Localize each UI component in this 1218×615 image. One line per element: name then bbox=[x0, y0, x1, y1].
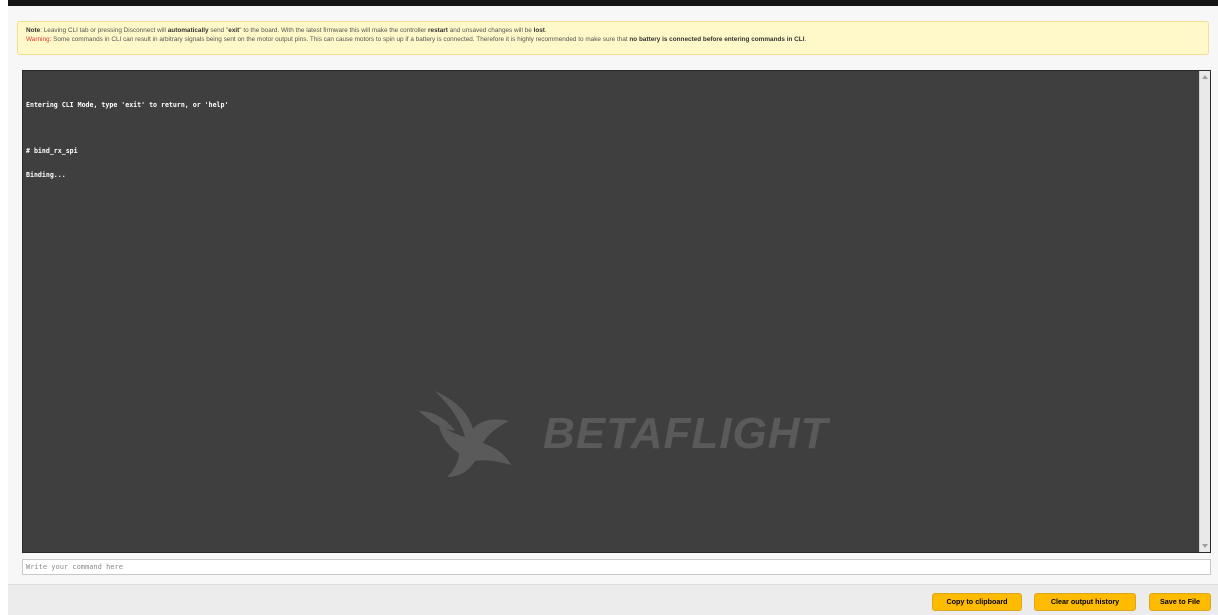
note-emphasis: automatically bbox=[167, 27, 209, 34]
console-output-text: Entering CLI Mode, type 'exit' to return… bbox=[26, 86, 228, 195]
clear-output-history-button[interactable]: Clear output history bbox=[1034, 593, 1136, 611]
betaflight-watermark: BETAFLIGHT bbox=[413, 381, 853, 481]
watermark-text: BETAFLIGHT bbox=[543, 409, 829, 458]
warning-emphasis: no battery is connected before entering … bbox=[629, 36, 805, 43]
note-label: Note bbox=[26, 27, 41, 34]
scroll-down-icon[interactable] bbox=[1202, 544, 1208, 548]
note-text: . bbox=[544, 27, 547, 34]
warning-label: Warning bbox=[26, 36, 50, 43]
note-text: : Leaving CLI tab or pressing Disconnect… bbox=[40, 27, 168, 34]
console-line: Entering CLI Mode, type 'exit' to return… bbox=[26, 100, 229, 109]
betaflight-bee-logo-icon bbox=[419, 391, 511, 477]
console-line: # bind_rx_spi bbox=[26, 147, 78, 156]
console-scrollbar[interactable] bbox=[1199, 71, 1210, 552]
console-line: Binding... bbox=[26, 170, 66, 179]
note-emphasis: lost bbox=[533, 27, 545, 34]
cli-notice-box: Note: Leaving CLI tab or pressing Discon… bbox=[17, 21, 1209, 55]
save-to-file-button[interactable]: Save to File bbox=[1149, 593, 1211, 611]
note-emphasis: restart bbox=[428, 27, 448, 34]
warning-text: . bbox=[804, 36, 807, 43]
copy-to-clipboard-button[interactable]: Copy to clipboard bbox=[932, 593, 1022, 611]
note-line: Note: Leaving CLI tab or pressing Discon… bbox=[26, 26, 1200, 35]
note-text: send " bbox=[208, 27, 229, 34]
command-input[interactable] bbox=[22, 559, 1211, 575]
scroll-up-icon[interactable] bbox=[1202, 75, 1208, 79]
window-left-edge bbox=[0, 0, 8, 614]
cli-output-console[interactable]: BETAFLIGHT Entering CLI Mode, type 'exit… bbox=[22, 70, 1211, 553]
note-text: " to the board. With the latest firmware… bbox=[239, 27, 429, 34]
warning-text: : Some commands in CLI can result in arb… bbox=[49, 36, 630, 43]
warning-line: Warning: Some commands in CLI can result… bbox=[26, 35, 1200, 44]
note-emphasis: exit bbox=[228, 27, 240, 34]
note-text: and unsaved changes will be bbox=[447, 27, 534, 34]
